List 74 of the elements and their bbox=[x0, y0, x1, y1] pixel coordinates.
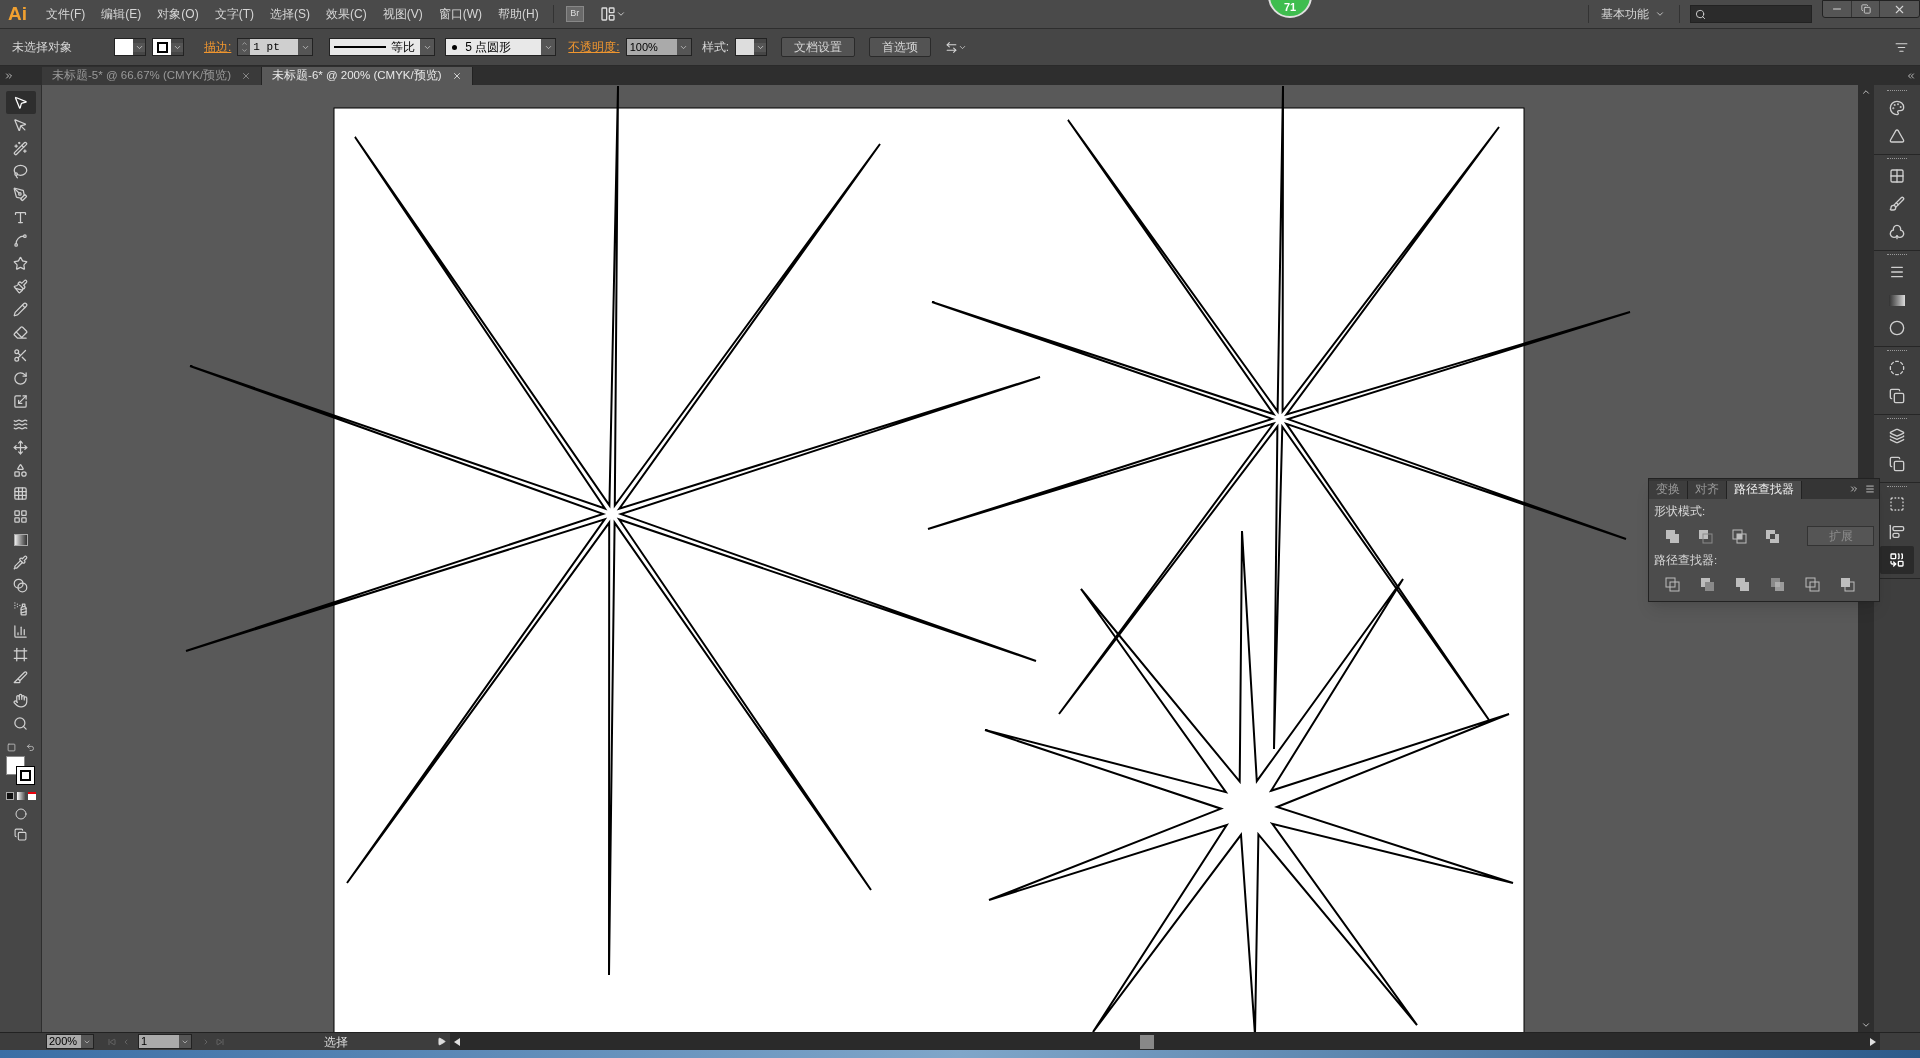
expand-icon[interactable] bbox=[4, 70, 14, 81]
stroke-profile-dropdown[interactable]: 等比 bbox=[329, 38, 436, 56]
menu-item[interactable]: 文件(F) bbox=[46, 5, 86, 23]
selection-status: 未选择对象 bbox=[12, 39, 73, 56]
style-swatch[interactable] bbox=[735, 38, 768, 56]
zoom-dropdown[interactable]: 200% bbox=[46, 1034, 94, 1049]
menu-item[interactable]: 文字(T) bbox=[214, 5, 254, 23]
collapse-icon[interactable] bbox=[1849, 484, 1859, 494]
layout-icon[interactable] bbox=[599, 6, 616, 22]
menu-item[interactable]: 帮助(H) bbox=[498, 5, 539, 23]
scroll-up-icon[interactable] bbox=[1861, 87, 1871, 97]
overlap-squares-icon[interactable] bbox=[1804, 575, 1821, 593]
overlap-squares-icon[interactable] bbox=[1839, 575, 1856, 593]
toolbar-button[interactable]: 首选项 bbox=[869, 37, 932, 57]
overlap-squares-icon[interactable] bbox=[1730, 527, 1748, 545]
draw-mode-icon[interactable] bbox=[14, 808, 27, 820]
opacity-link[interactable]: 不透明度: bbox=[568, 38, 620, 56]
overlap-squares-icon[interactable] bbox=[1734, 575, 1751, 593]
close-icon[interactable] bbox=[451, 71, 462, 81]
play-icon[interactable] bbox=[437, 1037, 446, 1046]
collapse-icon[interactable] bbox=[1906, 70, 1916, 81]
brush-dropdown[interactable]: 5 点圆形 bbox=[445, 38, 557, 56]
gradient-mode-icon[interactable] bbox=[16, 792, 25, 800]
overlap-squares-icon[interactable] bbox=[1664, 575, 1681, 593]
scroll-down-icon[interactable] bbox=[1861, 1020, 1871, 1030]
overlap-squares-icon[interactable] bbox=[1697, 527, 1715, 545]
app-logo: Ai bbox=[8, 1, 28, 26]
menu-item[interactable]: 选择(S) bbox=[270, 5, 310, 23]
document-tab[interactable]: 未标题-5* @ 66.67% (CMYK/预览) bbox=[42, 67, 263, 85]
menu-item[interactable]: 视图(V) bbox=[382, 5, 423, 23]
menu-item[interactable]: 效果(C) bbox=[326, 5, 367, 23]
panel-menu-icon[interactable] bbox=[1895, 40, 1908, 54]
default-colors-icon[interactable] bbox=[6, 743, 16, 752]
caret-icon bbox=[1655, 9, 1665, 19]
shape-modes-label: 形状模式: bbox=[1654, 504, 1707, 519]
status-text[interactable]: 选择 bbox=[324, 1032, 348, 1051]
overlap-squares-icon[interactable] bbox=[1664, 527, 1681, 545]
menu-icon[interactable] bbox=[1865, 484, 1875, 494]
document-tab[interactable]: 未标题-6* @ 200% (CMYK/预览) bbox=[262, 67, 473, 85]
spinner-arrows[interactable] bbox=[238, 39, 251, 55]
combine-icon[interactable] bbox=[1880, 546, 1914, 574]
color-mode-icon[interactable] bbox=[5, 792, 14, 800]
page-dropdown[interactable]: 1 bbox=[138, 1034, 192, 1049]
stroke-link[interactable]: 描边: bbox=[204, 38, 232, 56]
search-field[interactable] bbox=[1690, 5, 1812, 23]
stroke-swatch[interactable] bbox=[152, 38, 184, 56]
menu-item[interactable]: 对象(O) bbox=[157, 5, 199, 23]
isolate-icon[interactable] bbox=[945, 40, 959, 54]
caret-icon bbox=[615, 9, 626, 19]
style-label: 样式: bbox=[701, 39, 730, 56]
stroke-weight-field[interactable]: 1 pt bbox=[237, 38, 314, 56]
search-icon bbox=[1695, 8, 1706, 20]
toolbar-button[interactable]: 文档设置 bbox=[781, 37, 856, 57]
swap-colors-icon[interactable] bbox=[25, 743, 35, 752]
close-icon[interactable] bbox=[241, 71, 252, 81]
horizontal-scrollbar[interactable] bbox=[450, 1033, 1880, 1050]
fill-swatch[interactable] bbox=[114, 38, 146, 56]
panel-tab[interactable]: 路径查找器 bbox=[1727, 481, 1802, 499]
panel-tab[interactable]: 变换 bbox=[1649, 481, 1688, 499]
overlap-squares-icon[interactable] bbox=[1763, 527, 1781, 545]
workspace-dropdown[interactable]: 基本功能 bbox=[1601, 5, 1665, 23]
none-mode-icon[interactable] bbox=[27, 792, 36, 800]
menu-item[interactable]: 窗口(W) bbox=[438, 5, 482, 23]
counter-badge: 71 bbox=[1268, 0, 1312, 18]
panel-tab[interactable]: 对齐 bbox=[1688, 481, 1727, 499]
bridge-button[interactable]: Br bbox=[565, 6, 584, 22]
opacity-field[interactable]: 100% bbox=[625, 38, 692, 56]
pathfinders-label: 路径查找器: bbox=[1654, 553, 1719, 569]
fill-stroke-control[interactable] bbox=[5, 756, 36, 786]
restore-icon[interactable] bbox=[1860, 4, 1871, 14]
overlap-squares-icon[interactable] bbox=[1699, 575, 1716, 593]
menu-item[interactable]: 编辑(E) bbox=[101, 5, 142, 23]
screen-mode-icon[interactable] bbox=[14, 828, 27, 841]
overlap-squares-icon[interactable] bbox=[1769, 575, 1786, 593]
